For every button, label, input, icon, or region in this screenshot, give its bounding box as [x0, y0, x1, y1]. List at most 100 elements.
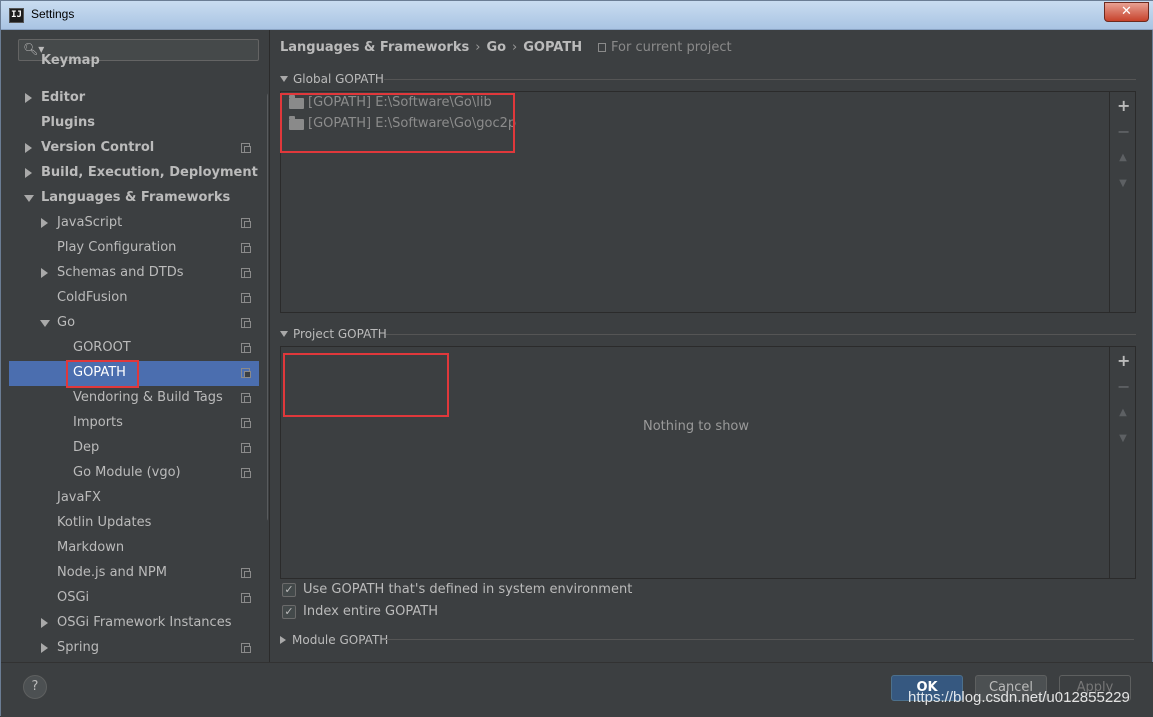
breadcrumb-gopath: GOPATH — [523, 40, 583, 55]
sidebar-item-label: JavaFX — [57, 490, 101, 505]
sidebar-item-label: Schemas and DTDs — [57, 265, 184, 280]
move-down-icon[interactable]: ▼ — [1117, 433, 1129, 445]
project-scope-icon — [241, 568, 251, 578]
help-button[interactable]: ? — [23, 675, 47, 699]
sidebar-item-go-module-vgo[interactable]: Go Module (vgo) — [9, 461, 259, 486]
chevron-right-icon[interactable] — [25, 143, 32, 153]
project-scope-icon — [241, 393, 251, 403]
sidebar-item-kotlin-updates[interactable]: Kotlin Updates — [9, 511, 259, 536]
sidebar-item-label: Plugins — [41, 115, 95, 130]
sidebar-item-javascript[interactable]: JavaScript — [9, 211, 259, 236]
chevron-down-icon[interactable] — [24, 195, 34, 202]
scope-label: For current project — [611, 40, 732, 55]
project-scope-icon — [241, 218, 251, 228]
module-gopath-title: Module GOPATH — [292, 633, 389, 647]
remove-icon[interactable]: − — [1117, 124, 1130, 140]
section-divider — [384, 79, 1136, 80]
sidebar-item-label: Play Configuration — [57, 240, 177, 255]
checkbox-label: Index entire GOPATH — [303, 604, 438, 619]
chevron-right-icon[interactable] — [41, 643, 48, 653]
section-divider — [386, 639, 1134, 640]
project-scope-icon — [598, 43, 606, 52]
chevron-down-icon — [280, 331, 288, 337]
sidebar-item-label: JavaScript — [57, 215, 123, 230]
title-bar: IJ Settings ✕ — [1, 1, 1153, 30]
sidebar-item-label: Build, Execution, Deployment — [41, 165, 258, 180]
chevron-down-icon[interactable] — [40, 320, 50, 327]
global-gopath-header[interactable]: Global GOPATH — [280, 72, 384, 86]
sidebar-item-markdown[interactable]: Markdown — [9, 536, 259, 561]
chevron-right-icon[interactable] — [41, 218, 48, 228]
project-scope-icon — [241, 143, 251, 153]
sidebar-item-label: Keymap — [41, 53, 100, 68]
close-window-button[interactable]: ✕ — [1104, 2, 1149, 22]
chevron-right-icon[interactable] — [25, 168, 32, 178]
chevron-right-icon[interactable] — [25, 93, 32, 103]
sidebar-item-languages-frameworks[interactable]: Languages & Frameworks — [9, 186, 259, 211]
sidebar-item-label: Spring — [57, 640, 99, 655]
global-gopath-title: Global GOPATH — [293, 72, 384, 86]
move-up-icon[interactable]: ▲ — [1117, 407, 1129, 419]
sidebar-item-goroot[interactable]: GOROOT — [9, 336, 259, 361]
sidebar-item-spring[interactable]: Spring — [9, 636, 259, 661]
sidebar-item-nodejs-npm[interactable]: Node.js and NPM — [9, 561, 259, 586]
sidebar-item-keymap[interactable]: Keymap — [9, 49, 259, 74]
sidebar-item-label: Editor — [41, 90, 86, 105]
sidebar-item-schemas-dtds[interactable]: Schemas and DTDs — [9, 261, 259, 286]
sidebar-item-version-control[interactable]: Version Control — [9, 136, 259, 161]
dialog-button-bar: ? OK Cancel Apply https://blog.csdn.net/… — [1, 662, 1153, 717]
project-gopath-toolbar: + − ▲ ▼ — [1109, 347, 1135, 578]
sidebar-item-label: GOROOT — [73, 340, 131, 355]
project-scope-icon — [241, 593, 251, 603]
chevron-right-icon[interactable] — [41, 618, 48, 628]
module-gopath-header[interactable]: Module GOPATH — [280, 633, 388, 647]
chevron-right-icon[interactable] — [41, 268, 48, 278]
project-scope-icon — [241, 443, 251, 453]
sidebar-item-play-configuration[interactable]: Play Configuration — [9, 236, 259, 261]
project-scope-icon — [241, 643, 251, 653]
sidebar-item-label: OSGi — [57, 590, 90, 605]
sidebar-item-osgi[interactable]: OSGi — [9, 586, 259, 611]
sidebar-item-go[interactable]: Go — [9, 311, 259, 336]
remove-icon[interactable]: − — [1117, 379, 1130, 395]
breadcrumb: Languages & Frameworks › Go › GOPATH — [280, 40, 582, 55]
add-icon[interactable]: + — [1117, 98, 1130, 114]
sidebar-item-osgi-framework-instances[interactable]: OSGi Framework Instances — [9, 611, 259, 636]
chevron-down-icon — [280, 76, 288, 82]
project-scope-icon — [241, 418, 251, 428]
sidebar-item-dep[interactable]: Dep — [9, 436, 259, 461]
sidebar-item-label: Languages & Frameworks — [41, 190, 231, 205]
sidebar-item-coldfusion[interactable]: ColdFusion — [9, 286, 259, 311]
add-icon[interactable]: + — [1117, 353, 1130, 369]
settings-sidebar: 🔍︎▾ Keymap Editor Plugins Version Contro… — [9, 30, 268, 662]
checkmark-icon[interactable]: ✓ — [282, 583, 296, 597]
sidebar-item-label: Version Control — [41, 140, 155, 155]
sidebar-item-label: Go — [57, 315, 76, 330]
move-up-icon[interactable]: ▲ — [1117, 152, 1129, 164]
chevron-right-icon — [280, 636, 286, 644]
project-scope-icon — [241, 468, 251, 478]
sidebar-item-imports[interactable]: Imports — [9, 411, 259, 436]
project-scope-icon — [241, 268, 251, 278]
project-scope-icon — [241, 318, 251, 328]
project-scope-icon — [241, 368, 251, 378]
sidebar-item-build-execution-deployment[interactable]: Build, Execution, Deployment — [9, 161, 259, 186]
checkmark-icon[interactable]: ✓ — [282, 605, 296, 619]
watermark-text: https://blog.csdn.net/u012855229 — [908, 689, 1130, 706]
move-down-icon[interactable]: ▼ — [1117, 178, 1129, 190]
annotation-box-gopath-item — [66, 360, 139, 388]
breadcrumb-languages-frameworks: Languages & Frameworks — [280, 40, 470, 55]
window-title: Settings — [31, 7, 75, 21]
global-gopath-toolbar: + − ▲ ▼ — [1109, 92, 1135, 312]
section-divider — [386, 334, 1136, 335]
sidebar-item-plugins[interactable]: Plugins — [9, 111, 259, 136]
sidebar-item-editor[interactable]: Editor — [9, 86, 259, 111]
sidebar-item-label: Kotlin Updates — [57, 515, 152, 530]
project-gopath-header[interactable]: Project GOPATH — [280, 327, 387, 341]
sidebar-item-vendoring-build-tags[interactable]: Vendoring & Build Tags — [9, 386, 259, 411]
sidebar-item-javafx[interactable]: JavaFX — [9, 486, 259, 511]
sidebar-item-label: ColdFusion — [57, 290, 128, 305]
breadcrumb-separator: › — [475, 40, 481, 55]
sidebar-item-label: Dep — [73, 440, 100, 455]
sidebar-scrollbar[interactable] — [267, 92, 268, 522]
